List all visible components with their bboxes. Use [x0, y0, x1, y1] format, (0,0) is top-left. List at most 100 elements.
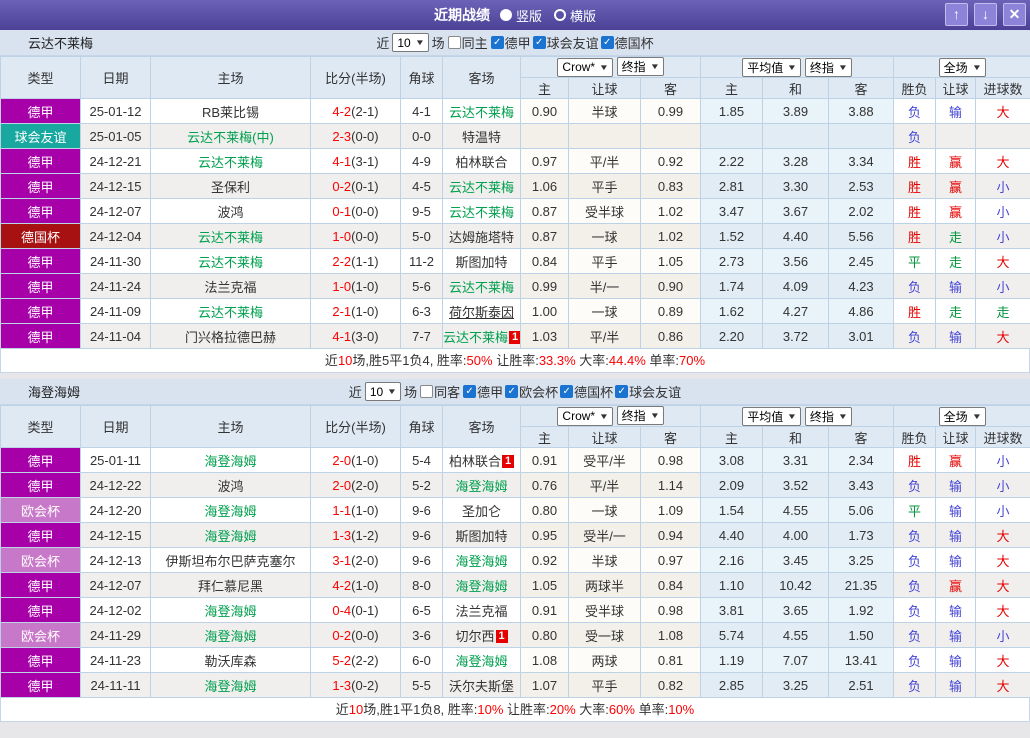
match-date: 24-11-29 [80, 622, 151, 648]
odds-home: 0.87 [520, 223, 569, 249]
result-wdl: 胜 [893, 298, 937, 324]
result-text: 负 [908, 653, 922, 669]
result-text: 走 [949, 304, 963, 320]
match-date: 25-01-11 [80, 447, 151, 473]
competition-badge: 欧会杯 [0, 622, 81, 648]
halftime-score: (2-0) [351, 552, 379, 568]
league-filter[interactable]: ✓ 德甲 [463, 382, 503, 401]
summary-segment: 单率: [634, 702, 669, 717]
league-filter[interactable]: ✓ 德国杯 [600, 33, 654, 52]
match-count-select[interactable]: 10 ▼ [392, 33, 429, 52]
result-goals: 小 [975, 497, 1030, 523]
league-filters: ✓ 德甲 ✓ 欧会杯 ✓ 德国杯 ✓ 球会友谊 [463, 382, 681, 401]
average-time-select[interactable]: 终指 ▼ [804, 406, 852, 426]
halftime-score: (1-1) [351, 253, 379, 269]
result-handicap: 走 [935, 298, 977, 324]
result-text: 大 [996, 678, 1010, 694]
result-wdl: 负 [893, 472, 937, 498]
odds-handicap: 受一球 [568, 622, 641, 648]
home-team: 海登海姆 [150, 672, 311, 698]
league-filter-label: 德甲 [504, 36, 531, 51]
bookmaker-select[interactable]: Crow* ▼ [557, 406, 614, 426]
team-name-text: 达姆施塔特 [448, 229, 514, 245]
result-wdl: 负 [893, 273, 937, 299]
scroll-up-button[interactable]: ↑ [945, 3, 968, 26]
layout-radio-label: 竖版 [515, 8, 542, 24]
result-text: 小 [996, 279, 1010, 295]
match-row: 德甲 24-11-24 法兰克福 1-0(1-0) 5-6 云达不莱梅 0.99 半/一 0.9… [0, 273, 1030, 299]
avg-draw: 7.07 [762, 647, 829, 673]
result-text: 走 [949, 254, 963, 270]
league-filter[interactable]: ✓ 欧会杯 [505, 382, 558, 401]
odds-handicap: 两球半 [568, 572, 641, 598]
radio-selected-icon [499, 9, 512, 21]
summary-segment: 70% [679, 353, 706, 368]
match-date: 24-12-13 [80, 547, 151, 573]
odds-home: 0.91 [520, 597, 569, 623]
result-text: 胜 [908, 179, 922, 195]
corners: 4-1 [400, 98, 443, 124]
match-count-select[interactable]: 10 ▼ [364, 382, 402, 401]
layout-radio[interactable]: 竖版 [499, 6, 542, 25]
odds-time-select[interactable]: 终指 ▼ [616, 406, 664, 426]
period-select[interactable]: 全场 ▼ [938, 57, 986, 77]
avg-away: 3.88 [827, 98, 895, 124]
col-avg-away: 客 [827, 77, 895, 99]
match-row: 德甲 24-11-09 云达不莱梅 2-1(1-0) 6-3 荷尔斯泰因 1.00 一球 0.8… [0, 298, 1030, 324]
odds-home: 0.97 [520, 148, 569, 174]
odds-away: 0.86 [640, 323, 701, 349]
avg-draw: 3.56 [762, 248, 829, 274]
result-text: 大 [996, 553, 1010, 569]
same-venue-filter[interactable]: 同主 [447, 33, 488, 52]
average-select[interactable]: 平均值 ▼ [742, 406, 802, 426]
team-name-text: 勒沃库森 [204, 653, 257, 669]
league-filter[interactable]: ✓ 德甲 [490, 33, 531, 52]
average-select[interactable]: 平均值 ▼ [742, 57, 802, 77]
result-text: 输 [949, 553, 963, 569]
score: 4-2(2-1) [310, 98, 401, 124]
result-handicap: 输 [935, 672, 977, 698]
odds-away: 1.08 [640, 622, 701, 648]
odds-time-select-value: 终指 [621, 60, 646, 75]
average-time-select[interactable]: 终指 ▼ [804, 57, 852, 77]
avg-away: 5.06 [827, 497, 895, 523]
checkbox-checked-icon: ✓ [560, 385, 574, 398]
avg-away: 1.92 [827, 597, 895, 623]
col-result-goals: 进球数 [975, 77, 1030, 99]
match-row: 德甲 25-01-12 RB莱比锡 4-2(2-1) 4-1 云达不莱梅 0.90 半球 0.9… [0, 98, 1030, 124]
team-name-text: 斯图加特 [455, 254, 508, 270]
bookmaker-select[interactable]: Crow* ▼ [557, 57, 614, 77]
team-name-text[interactable]: 荷尔斯泰因 [449, 305, 514, 320]
result-text: 负 [908, 329, 922, 345]
chevron-down-icon: ▼ [971, 62, 982, 72]
layout-radio[interactable]: 横版 [554, 6, 596, 25]
col-odds-handicap: 让球 [568, 426, 641, 448]
team-name-text: 拜仁慕尼黑 [197, 578, 263, 594]
result-handicap: 输 [935, 622, 977, 648]
avg-home: 3.08 [700, 447, 763, 473]
avg-away: 3.01 [827, 323, 895, 349]
same-venue-filter[interactable]: 同客 [420, 382, 460, 401]
result-text: 负 [908, 528, 922, 544]
league-filter[interactable]: ✓ 球会友谊 [615, 382, 681, 401]
halftime-score: (0-1) [351, 178, 379, 194]
odds-time-select[interactable]: 终指 ▼ [616, 57, 664, 77]
halftime-score: (0-0) [351, 627, 379, 643]
fulltime-score: 4-1 [332, 153, 352, 169]
avg-draw: 3.72 [762, 323, 829, 349]
league-filter[interactable]: ✓ 球会友谊 [532, 33, 599, 52]
match-date: 25-01-05 [80, 123, 151, 149]
scroll-down-button[interactable]: ↓ [974, 3, 997, 26]
league-filter[interactable]: ✓ 德国杯 [560, 382, 613, 401]
period-select[interactable]: 全场 ▼ [938, 406, 986, 426]
competition-badge: 德甲 [0, 522, 81, 548]
result-text: 小 [996, 453, 1010, 469]
odds-handicap: 平/半 [568, 472, 641, 498]
result-handicap: 赢 [935, 198, 977, 224]
home-team: 波鸿 [150, 198, 311, 224]
home-team: 云达不莱梅 [150, 298, 311, 324]
team-name-text: 云达不莱梅 [448, 104, 514, 120]
home-team: 圣保利 [150, 173, 311, 199]
result-goals: 走 [975, 298, 1030, 324]
close-button[interactable]: ✕ [1003, 3, 1026, 26]
